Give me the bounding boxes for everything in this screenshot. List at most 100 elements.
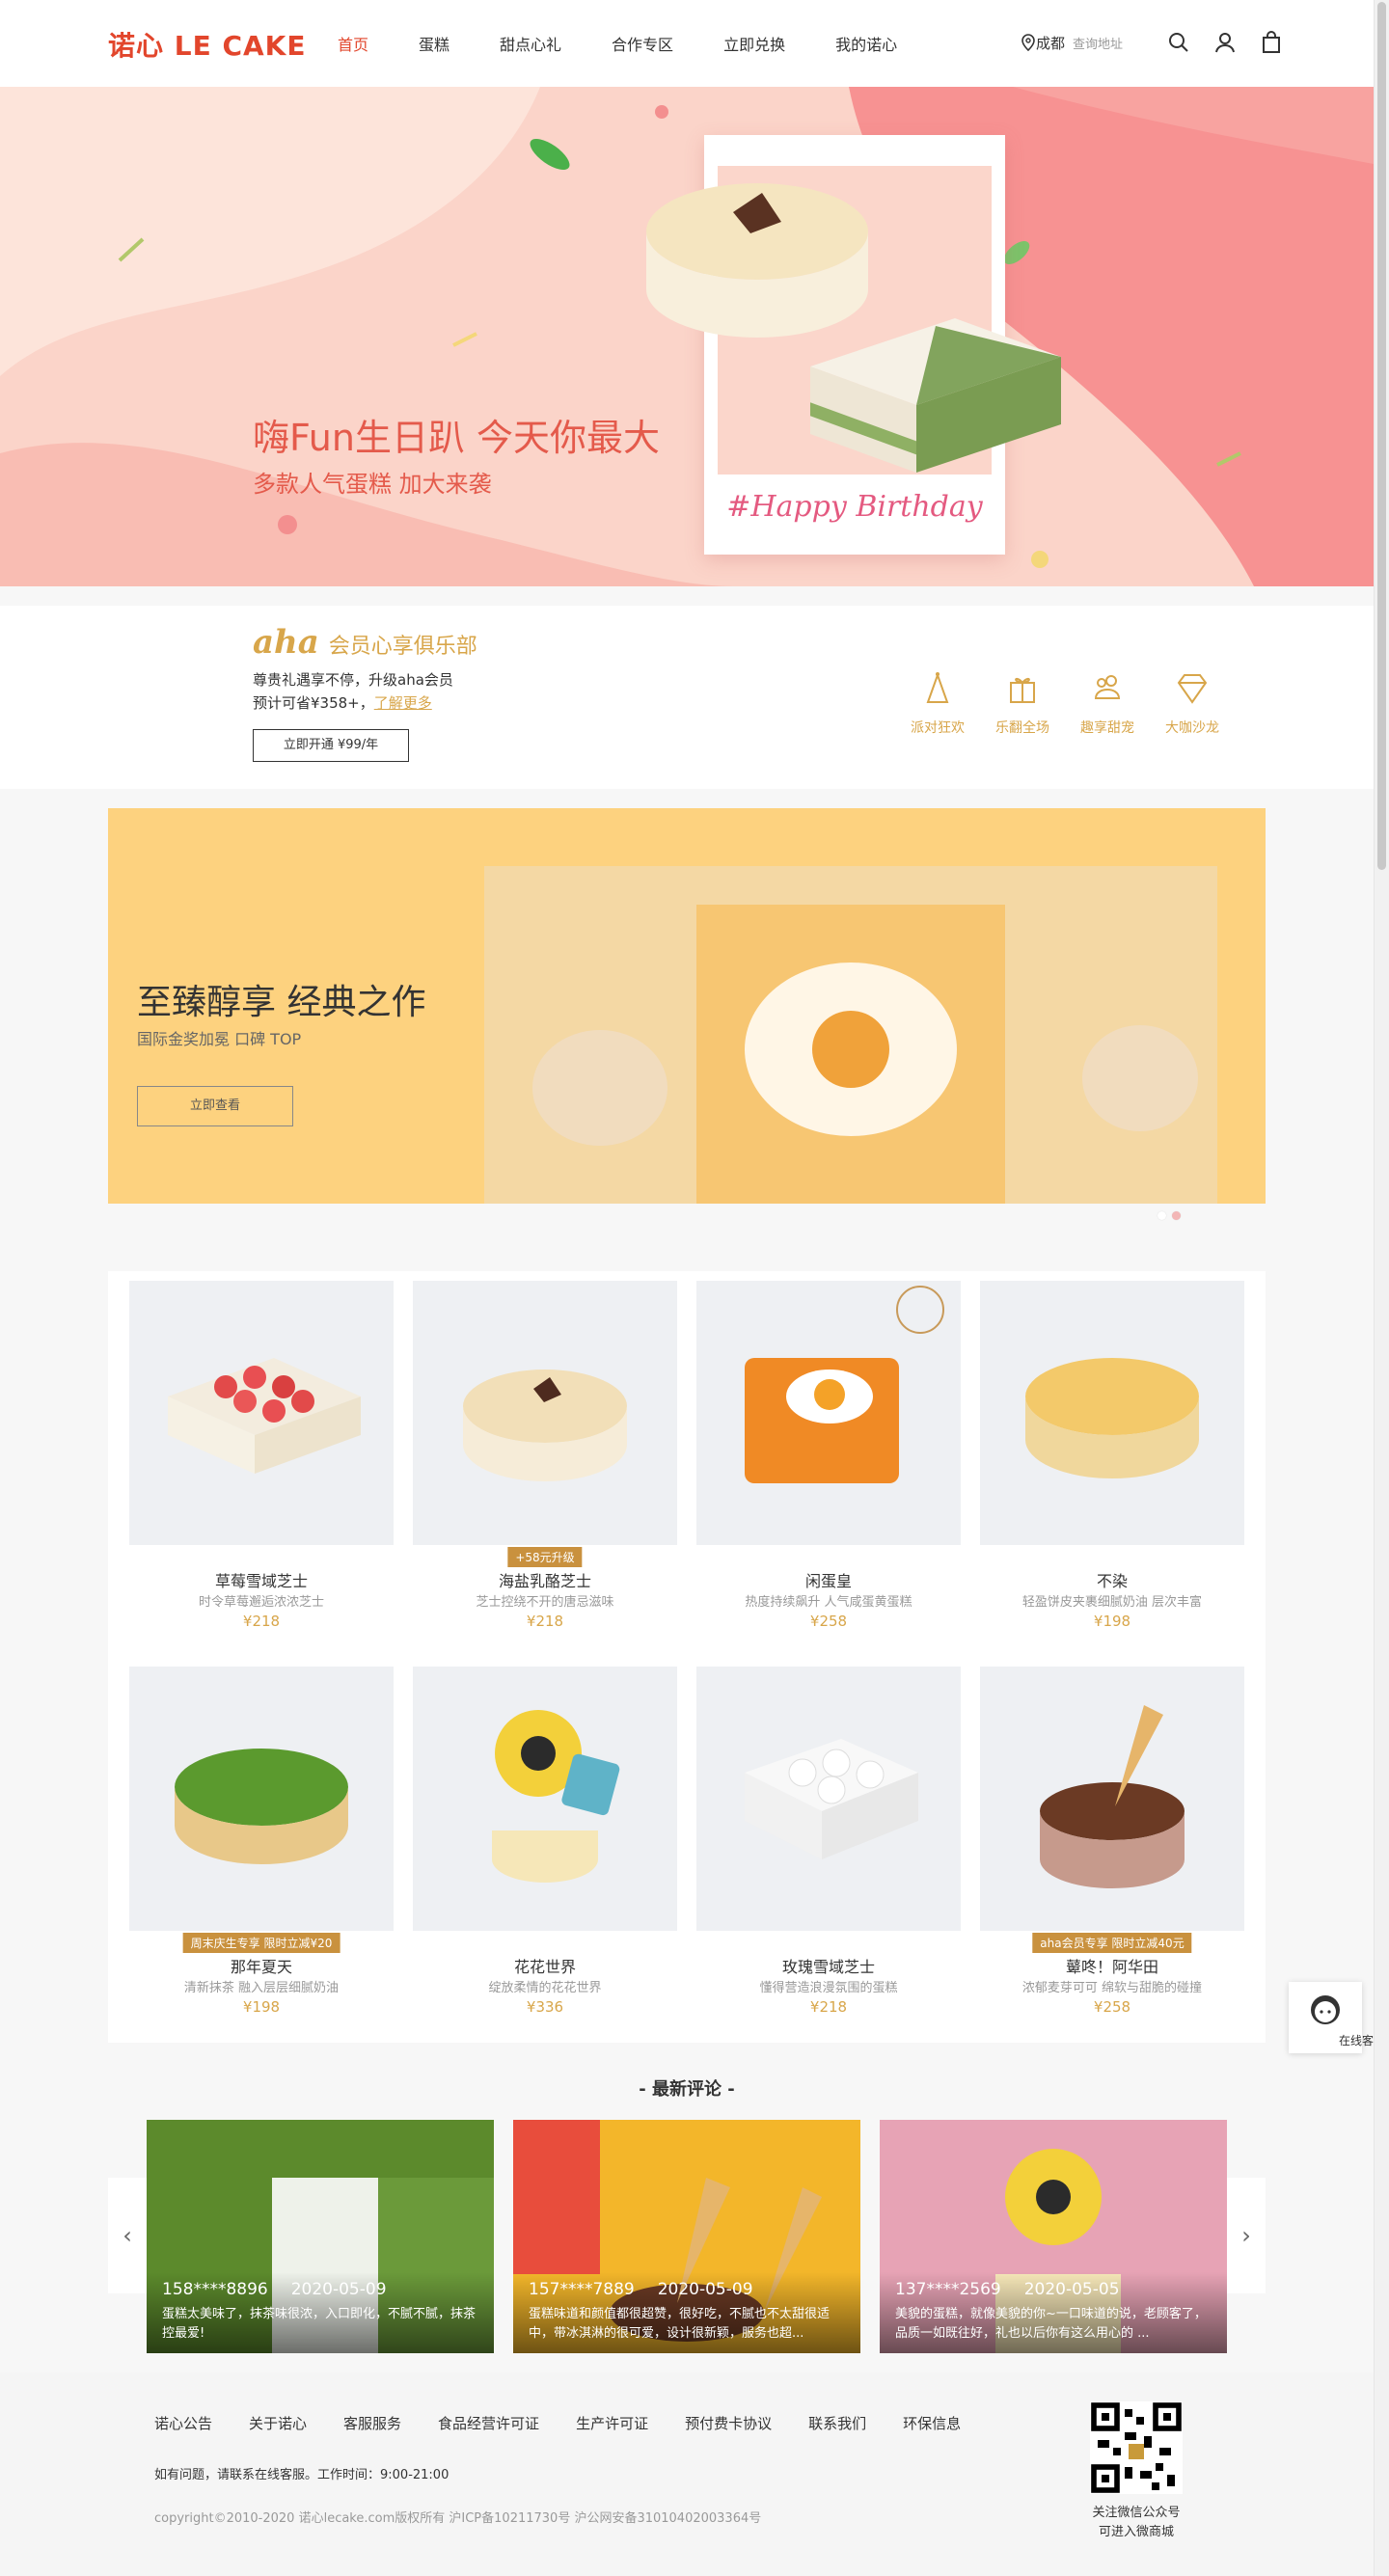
- nav-item-redeem[interactable]: 立即兑换: [723, 32, 785, 55]
- feature-title: 至臻醇享 经典之作: [137, 983, 426, 1022]
- footer-link-service[interactable]: 客服服务: [343, 2413, 401, 2433]
- main-nav: 首页 蛋糕 甜点心礼 合作专区 立即兑换 我的诺心: [338, 32, 947, 55]
- product-description: 热度持续飙升 人气咸蛋黄蛋糕: [745, 1595, 912, 1610]
- diamond-icon: [1177, 674, 1208, 704]
- aha-savings-text: 预计可省¥358+，: [253, 694, 374, 712]
- reviews-prev-arrow[interactable]: ‹: [108, 2178, 147, 2293]
- nav-item-desserts[interactable]: 甜点心礼: [500, 32, 561, 55]
- footer-link-prepaid-agreement[interactable]: 预付费卡协议: [685, 2413, 772, 2433]
- review-info: 158****8896 2020-05-09 蛋糕太美味了，抹茶味很浓，入口即化，…: [147, 2272, 494, 2353]
- perk-label: 乐翻全场: [995, 720, 1049, 736]
- product-card[interactable]: 草莓雪域芝士 时令草莓邂逅浓浓芝士 ¥218: [129, 1281, 394, 1667]
- review-user: 157****7889: [529, 2280, 635, 2299]
- header: 诺心 LE CAKE 首页 蛋糕 甜点心礼 合作专区 立即兑换 我的诺心 成都 …: [0, 0, 1374, 87]
- review-meta: 158****8896 2020-05-09: [162, 2280, 478, 2299]
- review-text: 蛋糕味道和颜值都很超赞，很好吃，不腻也不太甜很适中，带冰淇淋的很可爱，设计很新颖…: [529, 2307, 831, 2341]
- carousel-dot[interactable]: [1158, 1211, 1166, 1220]
- footer-link-contact[interactable]: 联系我们: [808, 2413, 866, 2433]
- hero-title: 嗨Fun生日趴 今天你最大: [253, 417, 661, 459]
- product-description: 时令草莓邂逅浓浓芝士: [198, 1595, 324, 1610]
- review-card[interactable]: 157****7889 2020-05-09 蛋糕味道和颜值都很超赞，很好吃，不腻…: [513, 2120, 860, 2353]
- nav-item-partners[interactable]: 合作专区: [612, 32, 673, 55]
- product-description: 清新抹茶 融入层层细腻奶油: [183, 1981, 340, 1995]
- footer-link-environment[interactable]: 环保信息: [903, 2413, 961, 2433]
- feature-banner[interactable]: 至臻醇享 经典之作 国际金奖加冕 口碑 TOP 立即查看: [108, 808, 1266, 1204]
- footer-link-announcements[interactable]: 诺心公告: [154, 2413, 212, 2433]
- review-info: 137****2569 2020-05-05 美貌的蛋糕，就像美貌的你~一口味道的…: [880, 2272, 1227, 2353]
- online-service-button[interactable]: 在线客服: [1289, 1982, 1374, 2053]
- product-description: 懂得营造浪漫氛围的蛋糕: [759, 1981, 898, 1995]
- product-name: 花花世界: [513, 1958, 576, 1976]
- perk-party[interactable]: 派对狂欢: [895, 669, 980, 737]
- nav-item-home[interactable]: 首页: [338, 32, 368, 55]
- qr-caption: 关注微信公众号 可进入微商城: [1061, 2504, 1212, 2542]
- perk-salon[interactable]: 大咖沙龙: [1150, 669, 1235, 737]
- aha-savings: 预计可省¥358+，了解更多: [253, 692, 432, 713]
- carousel-dot-active[interactable]: [1172, 1211, 1181, 1220]
- hero-subtitle: 多款人气蛋糕 加大来袭: [253, 471, 492, 498]
- search-icon[interactable]: [1167, 31, 1190, 54]
- scrollbar-thumb[interactable]: [1377, 2, 1386, 870]
- cake-icon: [1094, 675, 1121, 699]
- review-text: 美貌的蛋糕，就像美貌的你~一口味道的说，老顾客了，品质一如既往好，礼也以后你有这…: [895, 2307, 1207, 2341]
- aha-learn-more-link[interactable]: 了解更多: [374, 694, 432, 712]
- feature-view-button[interactable]: 立即查看: [137, 1086, 293, 1126]
- aha-join-button[interactable]: 立即开通 ¥99/年: [253, 729, 409, 762]
- footer-link-production-license[interactable]: 生产许可证: [576, 2413, 648, 2433]
- shopping-bag-icon[interactable]: [1260, 31, 1283, 54]
- product-name: 鼙咚！阿华田: [1065, 1958, 1158, 1976]
- product-card[interactable]: 不染 轻盈饼皮夹裹细腻奶油 层次丰富 ¥198: [980, 1281, 1244, 1667]
- product-description: 浓郁麦芽可可 绵软与甜脆的碰撞: [1021, 1981, 1203, 1995]
- footer-link-food-license[interactable]: 食品经营许可证: [438, 2413, 539, 2433]
- perk-treats[interactable]: 趣享甜宠: [1065, 669, 1150, 737]
- address-lookup-link[interactable]: 查询地址: [1073, 34, 1123, 52]
- aha-description: 尊贵礼遇享不停，升级aha会员: [253, 671, 453, 689]
- product-name: 闲蛋皇: [804, 1572, 852, 1590]
- cheesecake-image: [646, 183, 868, 338]
- footer: 诺心公告 关于诺心 客服服务 食品经营许可证 生产许可证 预付费卡协议 联系我们…: [0, 2373, 1374, 2576]
- header-tools: 成都 查询地址: [1021, 31, 1283, 54]
- city-selector[interactable]: 成都: [1021, 33, 1065, 53]
- review-meta: 157****7889 2020-05-09: [529, 2280, 845, 2299]
- review-date: 2020-05-05: [1023, 2280, 1120, 2299]
- product-card[interactable]: +58元升级 海盐乳酪芝士 芝士控绕不开的唐忌滋味 ¥218: [413, 1281, 677, 1667]
- product-price: ¥198: [242, 1998, 281, 2016]
- product-card[interactable]: 周末庆生专享 限时立减¥20 那年夏天 清新抹茶 融入层层细腻奶油 ¥198: [129, 1667, 394, 2052]
- page: 诺心 LE CAKE 首页 蛋糕 甜点心礼 合作专区 立即兑换 我的诺心 成都 …: [0, 0, 1374, 2576]
- product-card[interactable]: aha会员专享 限时立减40元 鼙咚！阿华田 浓郁麦芽可可 绵软与甜脆的碰撞 ¥…: [980, 1667, 1244, 2052]
- product-card[interactable]: 闲蛋皇 热度持续飙升 人气咸蛋黄蛋糕 ¥258: [696, 1281, 961, 1667]
- product-card[interactable]: 花花世界 绽放柔情的花花世界 ¥336: [413, 1667, 677, 2052]
- product-price: ¥218: [242, 1613, 281, 1630]
- nav-item-cakes[interactable]: 蛋糕: [419, 32, 449, 55]
- salted-egg-cake-image: [484, 866, 1217, 1204]
- footer-link-about[interactable]: 关于诺心: [249, 2413, 307, 2433]
- product-description: 绽放柔情的花花世界: [488, 1981, 602, 1995]
- product-image: [696, 1667, 961, 1931]
- brand-logo[interactable]: 诺心 LE CAKE: [108, 25, 307, 64]
- product-image: [413, 1281, 677, 1545]
- city-name: 成都: [1036, 34, 1066, 52]
- flower-world-cake-image: [492, 1710, 620, 1883]
- review-meta: 137****2569 2020-05-05: [895, 2280, 1212, 2299]
- aha-club-title: 会员心享俱乐部: [328, 635, 477, 659]
- product-image: [696, 1281, 961, 1545]
- vertical-scrollbar[interactable]: [1374, 0, 1389, 2576]
- product-name: 那年夏天: [230, 1958, 292, 1976]
- reviews-next-arrow[interactable]: ›: [1227, 2178, 1266, 2293]
- hero-banner[interactable]: 嗨Fun生日趴 今天你最大 多款人气蛋糕 加大来袭 #Happy Birthda…: [0, 87, 1374, 586]
- aha-title: aha 会员心享俱乐部: [253, 623, 477, 662]
- nav-item-my-account[interactable]: 我的诺心: [835, 32, 897, 55]
- review-text: 蛋糕太美味了，抹茶味很浓，入口即化，不腻不腻，抹茶控最爱!: [162, 2307, 477, 2341]
- crepe-cake-image: [1025, 1358, 1199, 1478]
- perk-label: 趣享甜宠: [1080, 720, 1134, 736]
- perk-label: 大咖沙龙: [1165, 720, 1219, 736]
- product-image: [129, 1667, 394, 1931]
- product-card[interactable]: 玫瑰雪域芝士 懂得营造浪漫氛围的蛋糕 ¥218: [696, 1667, 961, 2052]
- review-card[interactable]: 137****2569 2020-05-05 美貌的蛋糕，就像美貌的你~一口味道的…: [880, 2120, 1227, 2353]
- product-image: [413, 1667, 677, 1931]
- review-user: 158****8896: [162, 2280, 268, 2299]
- perk-fun[interactable]: 乐翻全场: [980, 669, 1065, 737]
- location-pin-icon: [1021, 34, 1035, 51]
- user-icon[interactable]: [1213, 31, 1237, 54]
- review-card[interactable]: 158****8896 2020-05-09 蛋糕太美味了，抹茶味很浓，入口即化，…: [147, 2120, 494, 2353]
